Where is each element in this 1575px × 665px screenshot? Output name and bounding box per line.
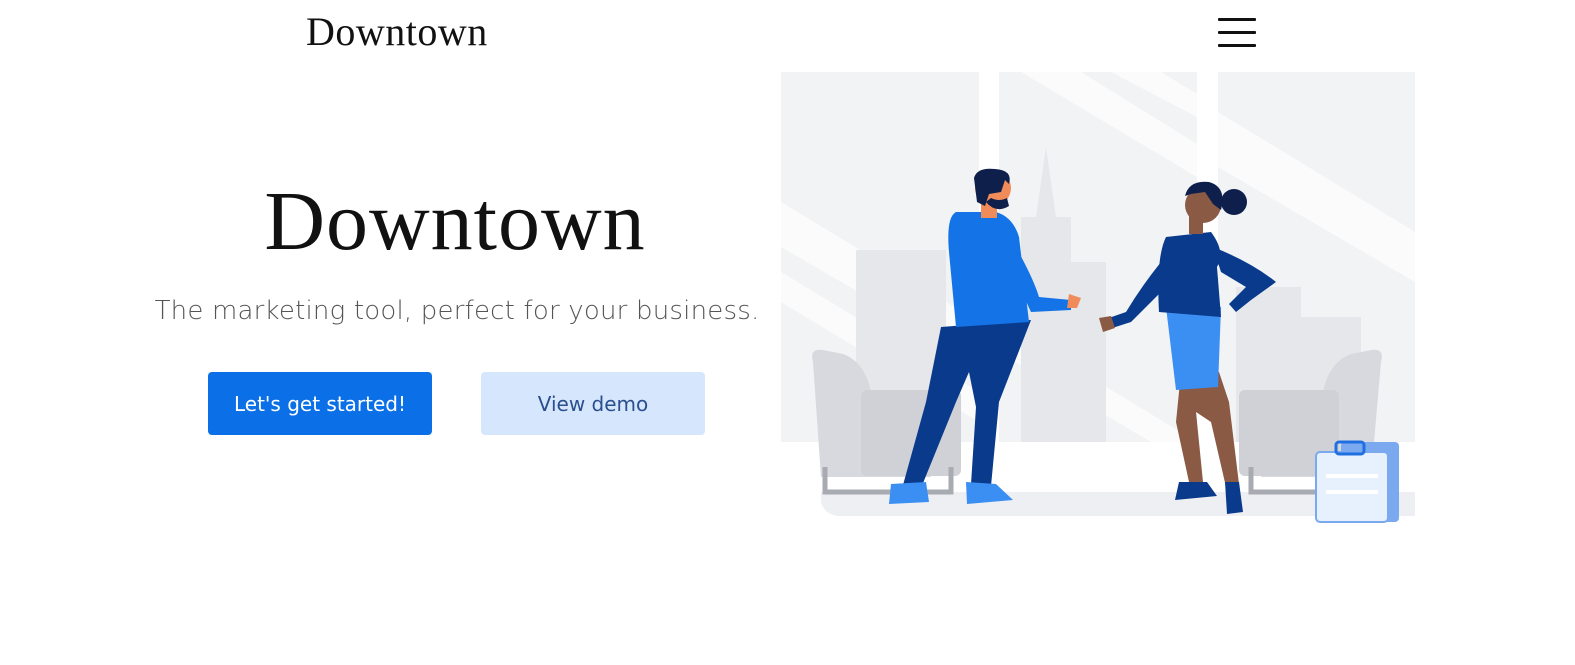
hero-title: Downtown	[264, 175, 646, 268]
view-demo-button[interactable]: View demo	[481, 372, 705, 435]
brand-logo[interactable]: Downtown	[306, 6, 488, 58]
menu-line	[1218, 18, 1256, 21]
get-started-button[interactable]: Let's get started!	[208, 372, 432, 435]
menu-line	[1218, 31, 1256, 34]
menu-line	[1218, 44, 1256, 47]
hamburger-menu-icon[interactable]	[1216, 16, 1258, 50]
hero-illustration	[781, 72, 1415, 523]
suitcase	[1315, 440, 1399, 523]
hero-subtitle: The marketing tool, perfect for your bus…	[154, 296, 760, 326]
